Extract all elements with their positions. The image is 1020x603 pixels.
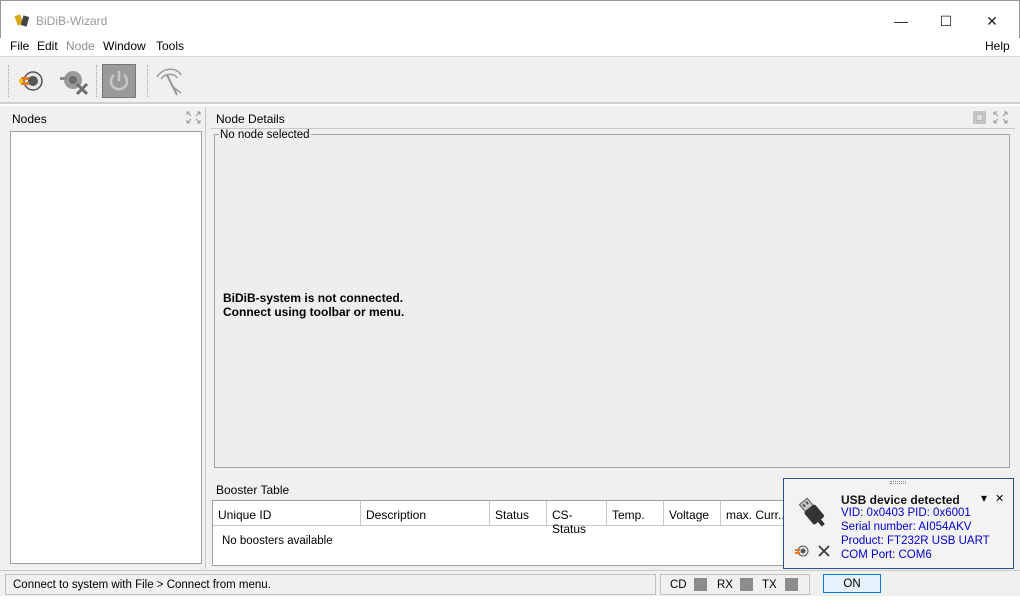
usb-plug-icon: [798, 497, 825, 527]
nodes-panel-title: Nodes: [12, 112, 47, 126]
maximize-button[interactable]: ☐: [923, 7, 969, 35]
title-bar: BiDiB-Wizard — ☐ ✕: [0, 0, 1020, 38]
connect-button[interactable]: [14, 64, 48, 98]
maximize-panel-icon[interactable]: [186, 111, 201, 124]
power-icon: [109, 71, 129, 91]
splitter[interactable]: [210, 476, 784, 480]
menu-help[interactable]: Help: [985, 39, 1010, 53]
rx-label: RX: [717, 579, 733, 591]
menu-tools[interactable]: Tools: [156, 39, 184, 53]
column-header[interactable]: Unique ID: [213, 501, 361, 526]
notification-vid-pid: VID: 0x0403 PID: 0x6001: [841, 507, 971, 519]
menu-edit[interactable]: Edit: [37, 39, 58, 53]
toolbar-grip: [8, 65, 9, 97]
menu-file[interactable]: File: [10, 39, 29, 53]
status-message: Connect to system with File > Connect fr…: [5, 574, 656, 595]
disconnect-button[interactable]: [57, 64, 91, 98]
tx-indicator: [785, 578, 798, 591]
notification-menu-icon[interactable]: ▾: [981, 491, 987, 505]
cd-indicator: [694, 578, 707, 591]
column-header[interactable]: Description: [361, 501, 490, 526]
nodes-tree[interactable]: [10, 131, 202, 564]
rx-indicator: [740, 578, 753, 591]
notification-close-icon[interactable]: ✕: [995, 492, 1004, 505]
notification-serial: Serial number: AI054AKV: [841, 521, 972, 533]
signal-indicators: CD RX TX: [660, 574, 810, 595]
column-header[interactable]: Temp.: [607, 501, 664, 526]
column-header[interactable]: max. Curr...: [721, 501, 791, 526]
antenna-icon: [156, 68, 182, 96]
notification-grip: [890, 481, 906, 484]
notification-product: Product: FT232R USB UART: [841, 535, 990, 547]
connect-icon: [19, 71, 43, 91]
booster-table[interactable]: Unique ID Description Status CS-Status T…: [212, 500, 792, 566]
notification-connect-icon[interactable]: [794, 543, 810, 559]
minimize-icon: —: [894, 13, 908, 29]
column-header[interactable]: CS-Status: [547, 501, 607, 536]
no-boosters-label: No boosters available: [222, 535, 333, 547]
menu-bar: File Edit Node Window Tools Help: [0, 38, 1020, 56]
notification-title: USB device detected: [841, 493, 960, 507]
toolbar-separator: [147, 65, 148, 97]
on-button[interactable]: ON: [823, 574, 881, 593]
toolbar: [0, 56, 1020, 104]
not-connected-message: BiDiB-system is not connected.: [223, 291, 404, 305]
node-details-title: Node Details: [216, 112, 285, 126]
maximize-icon: ☐: [939, 12, 953, 29]
notification-com-port: COM Port: COM6: [841, 549, 932, 561]
window-bottom-edge: [0, 596, 1020, 603]
power-button[interactable]: [102, 64, 136, 98]
tx-label: TX: [762, 579, 777, 591]
menu-window[interactable]: Window: [103, 39, 146, 53]
connect-hint-message: Connect using toolbar or menu.: [223, 305, 405, 319]
maximize-panel-icon[interactable]: [993, 111, 1008, 124]
antenna-button[interactable]: [152, 64, 186, 98]
menu-node[interactable]: Node: [66, 39, 95, 53]
status-bar: Connect to system with File > Connect fr…: [0, 570, 1020, 596]
no-node-selected-label: No node selected: [219, 129, 311, 141]
column-header[interactable]: Status: [490, 501, 547, 526]
cd-label: CD: [670, 579, 687, 591]
booster-table-title: Booster Table: [216, 483, 290, 497]
toolbar-separator: [96, 65, 97, 97]
close-button[interactable]: ✕: [969, 7, 1015, 35]
window-title: BiDiB-Wizard: [36, 14, 108, 28]
minimize-button[interactable]: —: [878, 7, 924, 35]
close-icon: ✕: [986, 12, 998, 29]
disconnect-icon: [60, 71, 89, 96]
restore-panel-icon[interactable]: [972, 111, 987, 124]
notification-dismiss-icon[interactable]: [817, 544, 831, 558]
usb-notification: USB device detected ▾ ✕ VID: 0x0403 PID:…: [783, 478, 1014, 569]
app-icon: [15, 14, 30, 27]
column-header[interactable]: Voltage: [664, 501, 721, 526]
